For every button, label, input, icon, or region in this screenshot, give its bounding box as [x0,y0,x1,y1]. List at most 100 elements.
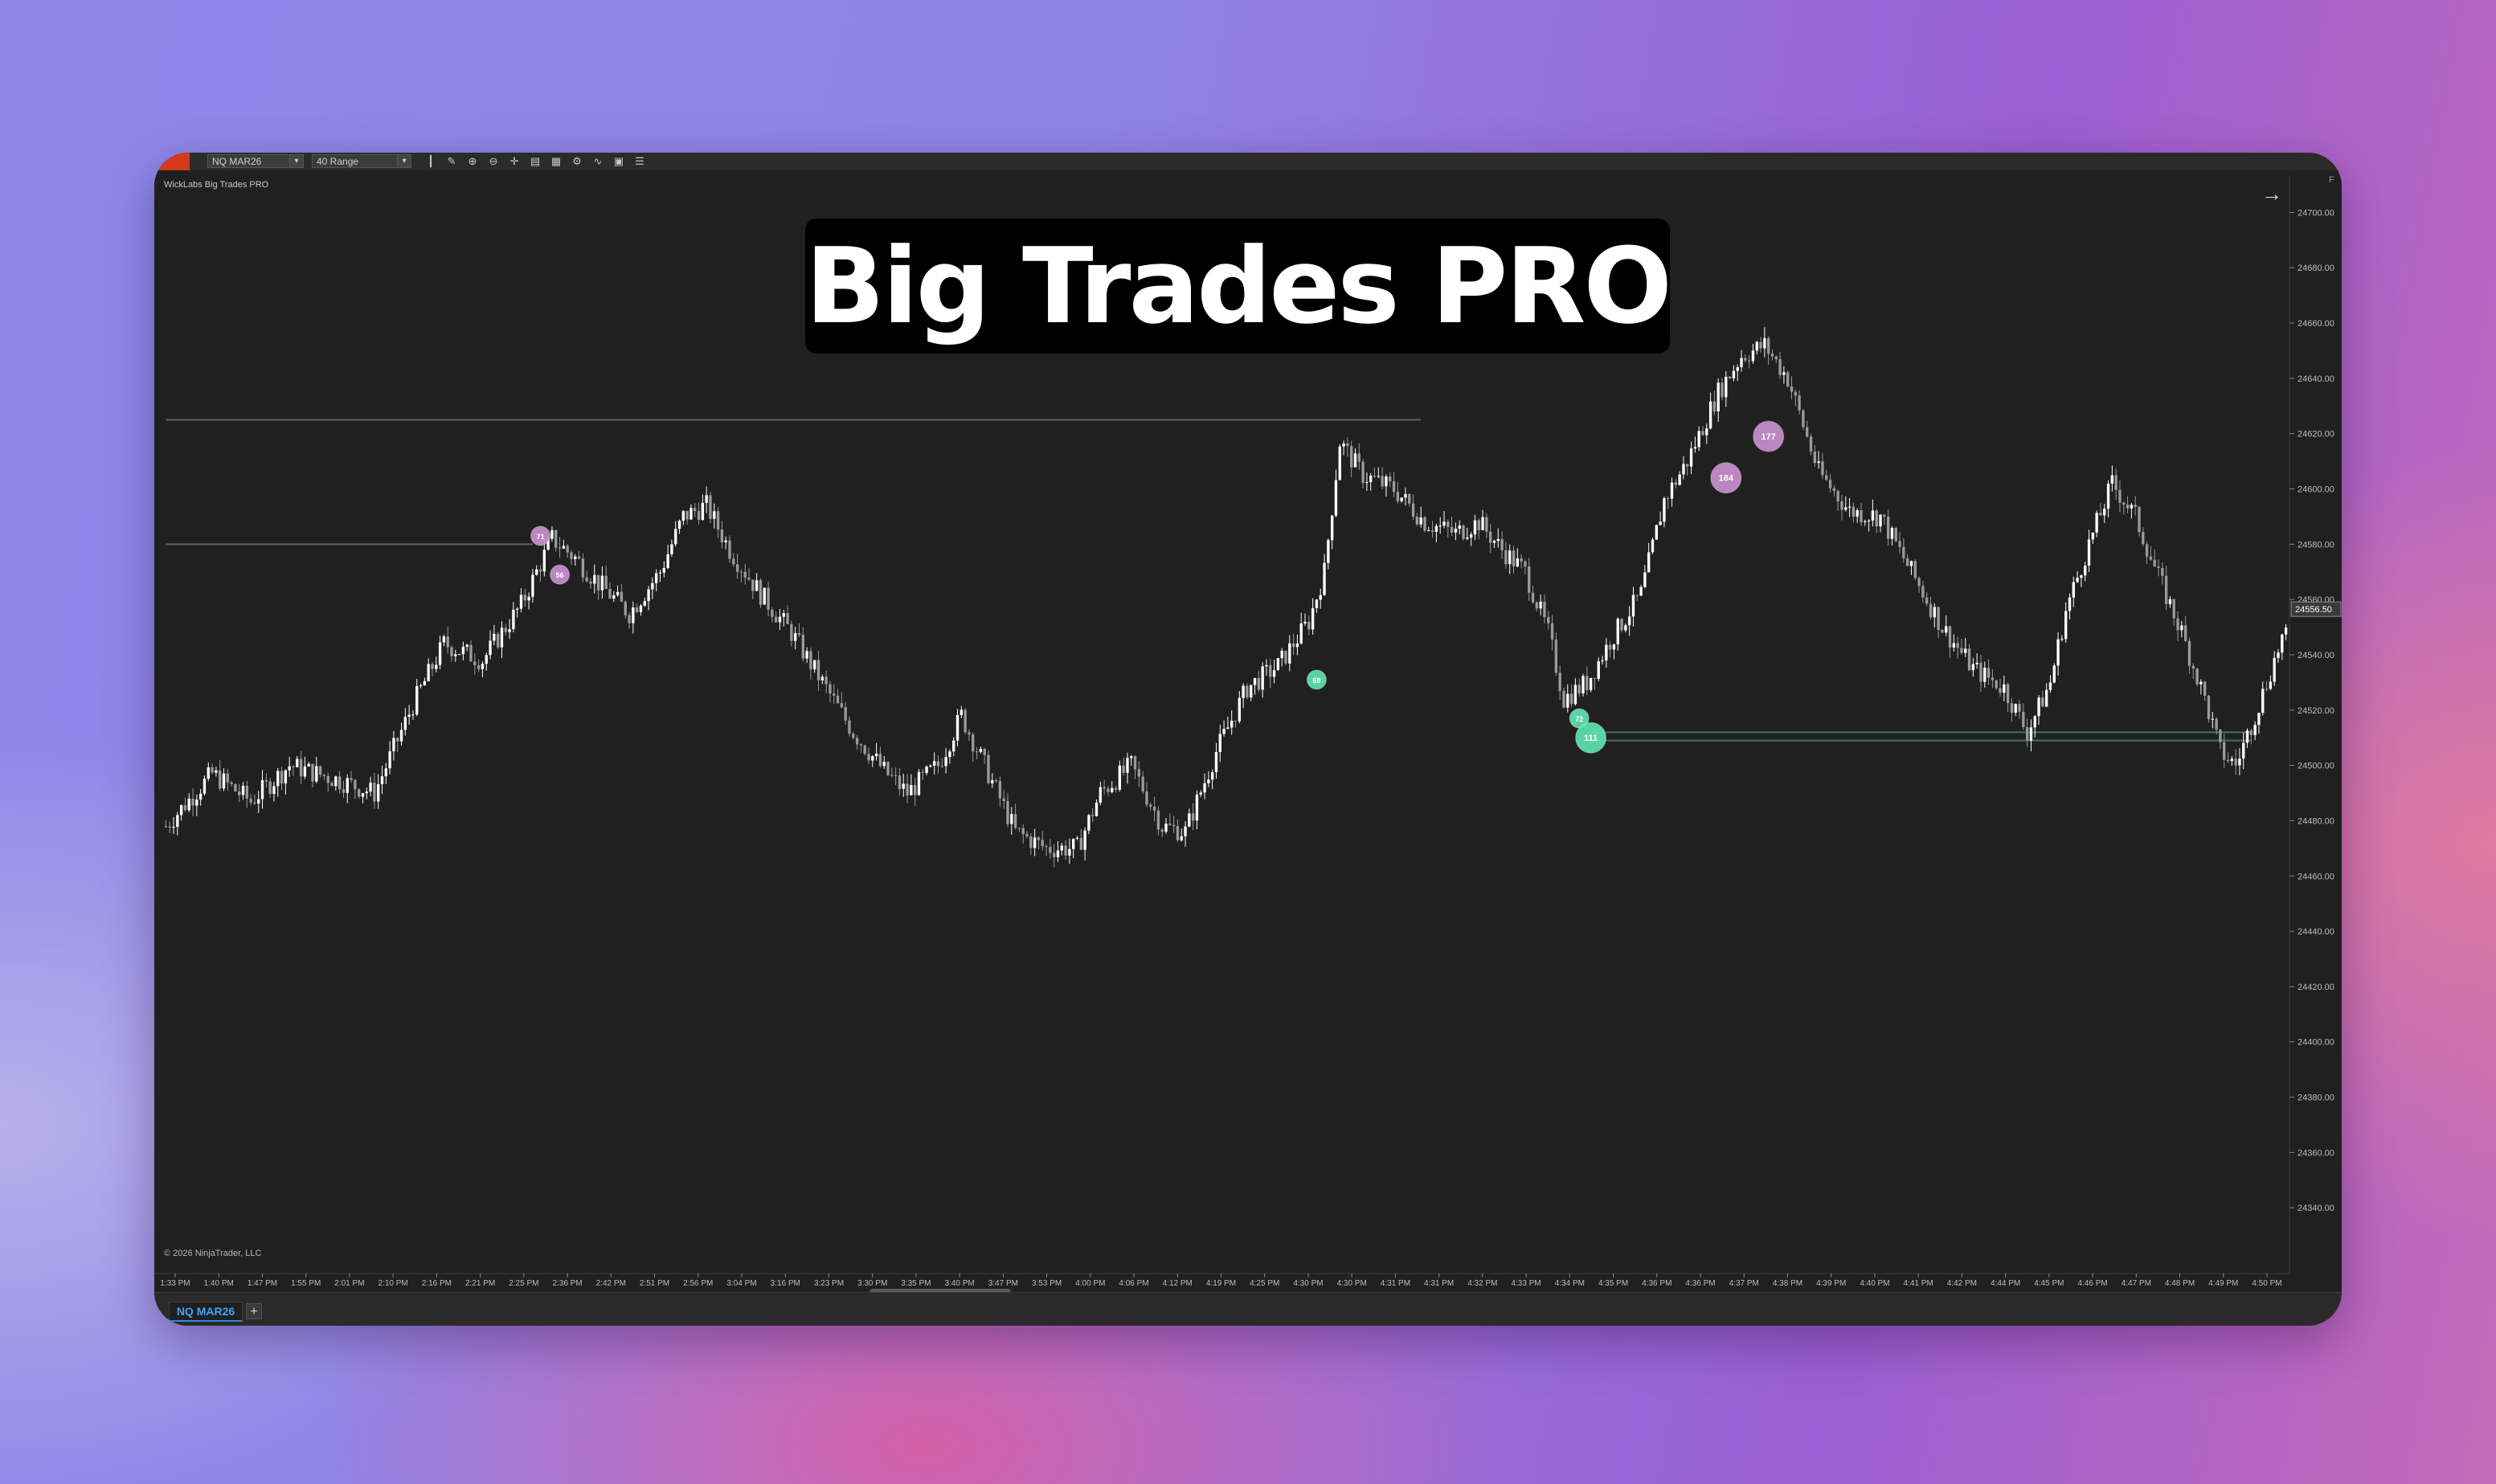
candle-body [574,556,577,559]
candle-body [280,771,284,784]
candle-body [658,572,662,574]
candle-body [1504,550,1508,565]
price-tick-label: 24580.00 [2298,540,2334,550]
candle-body [1616,619,1619,644]
candle-body [1809,436,1813,452]
time-tick-label: 4:37 PM [1729,1279,1759,1288]
candle-body [342,789,346,793]
candle-body [1299,623,1303,644]
candle-body [2269,681,2273,689]
candle-body [2195,668,2199,685]
candle-body [2091,532,2095,540]
candle-body [322,775,326,776]
candle-body [1492,541,1496,543]
time-tick-label: 1:55 PM [291,1279,321,1288]
candle-body [1238,697,1242,722]
candle-body [307,763,310,767]
candle-body [1222,729,1225,734]
candle-body [516,608,519,610]
candle-body [1234,720,1238,722]
candle-body [867,754,870,761]
candle-body [2076,578,2079,583]
candle-body [1381,476,1384,487]
candle-body [1122,765,1125,773]
time-tick-label: 4:00 PM [1075,1279,1105,1288]
candle-body [411,714,415,716]
candle-body [1284,650,1287,664]
candle-body [643,601,646,606]
candle-body [1269,664,1272,677]
candle-body [2041,697,2044,707]
candle-body [531,574,534,597]
candle-body [338,776,342,790]
candle-body [732,558,735,565]
candle-body [2164,575,2168,604]
candle-body [979,748,983,752]
candle-body [670,544,673,554]
candle-body [249,799,252,803]
candle-body [1111,787,1114,792]
candle-body [1334,480,1338,516]
candle-body [1485,517,1488,532]
candle-body [593,574,596,584]
candle-body [2157,566,2160,568]
page-title: Big Trades PRO [805,219,1672,354]
price-tick-label: 24440.00 [2298,927,2334,937]
candle-body [423,681,427,686]
candle-body [882,762,886,767]
candle-body [365,791,368,794]
add-tab-button[interactable]: + [246,1303,262,1319]
candle-body [1307,621,1311,630]
candle-body [1156,811,1160,830]
candle-body [1010,814,1013,824]
time-tick-label: 2:42 PM [596,1279,626,1288]
candle-body [1987,668,1991,678]
candle-body [1288,643,1291,664]
arrow-right-icon[interactable]: → [2261,183,2282,204]
candle-body [1828,480,1832,489]
price-tick-label: 24520.00 [2298,706,2334,716]
candle-body [377,784,380,802]
candle-body [677,521,681,529]
candle-body [2273,657,2276,682]
candle-body [1674,482,1678,485]
candle-body [1875,510,1878,527]
candle-body [948,751,951,758]
candle-body [1933,607,1936,618]
candle-body [1261,666,1264,690]
candle-body [964,709,967,733]
candle-body [168,826,171,828]
candle-body [2211,718,2214,720]
time-tick-label: 1:40 PM [204,1279,234,1288]
time-tick-label: 4:36 PM [1642,1279,1672,1288]
candle-body [419,685,423,687]
candle-body [523,595,526,601]
candle-body [1184,826,1187,836]
candle-body [2022,711,2025,727]
candle-body [890,775,894,776]
candle-body [1130,756,1133,758]
candle-body [369,783,372,792]
time-tick-label: 4:40 PM [1860,1279,1889,1288]
candle-body [485,655,488,664]
candle-body [1693,447,1697,449]
tab-nq-mar26[interactable]: NQ MAR26 [169,1302,243,1322]
candle-body [2187,640,2191,666]
candle-body [1400,497,1403,501]
candle-body [1396,492,1400,501]
candle-body [2060,639,2064,640]
candle-body [681,510,685,521]
candle-body [176,815,179,828]
time-tick-label: 2:21 PM [465,1279,495,1288]
candle-body [917,771,921,795]
candle-body [1686,464,1689,467]
candle-body [1033,837,1037,848]
candle-body [933,761,936,766]
candle-body [477,664,481,669]
candle-body [2238,758,2241,766]
candle-body [264,780,268,782]
candle-body [1516,558,1519,566]
candle-body [635,607,639,612]
candle-body [1825,475,1828,480]
price-tick-label: 24620.00 [2298,430,2334,439]
